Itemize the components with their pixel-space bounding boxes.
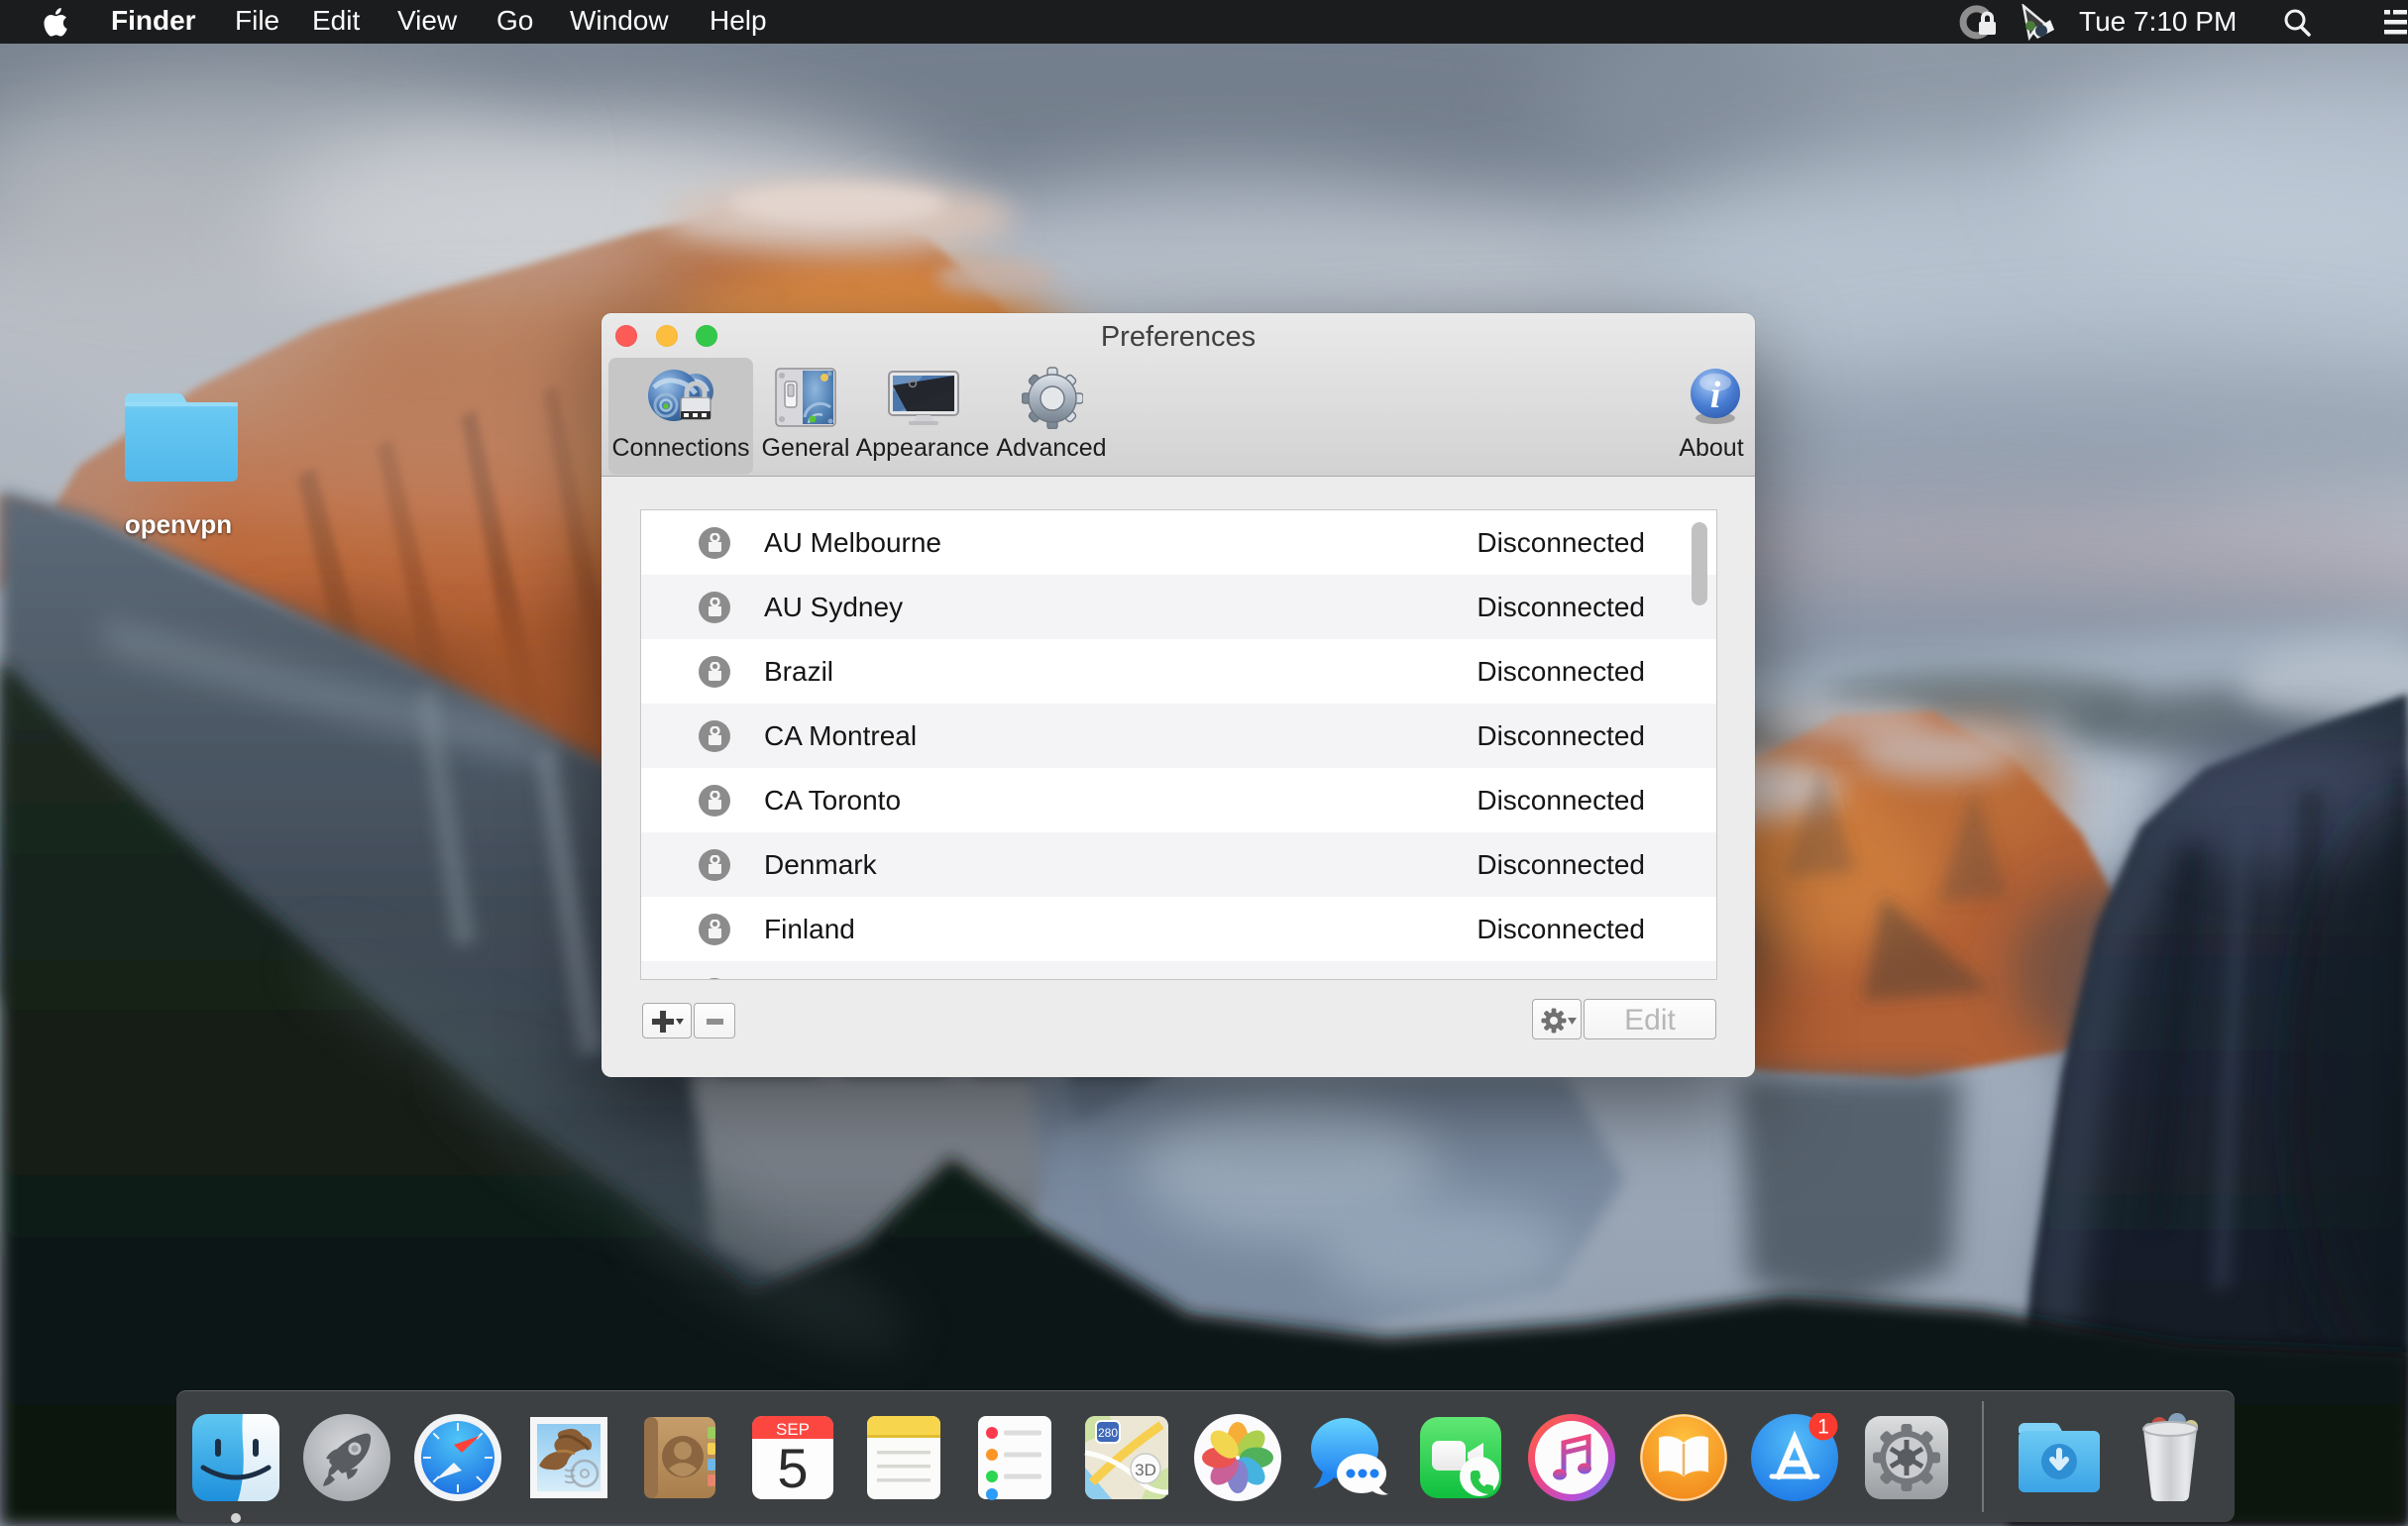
svg-text:5: 5 [777,1437,808,1499]
svg-text:i: i [1710,375,1721,416]
svg-text:3D: 3D [1135,1461,1156,1479]
svg-text:1: 1 [1817,1416,1829,1439]
svg-text:280: 280 [1098,1426,1118,1440]
